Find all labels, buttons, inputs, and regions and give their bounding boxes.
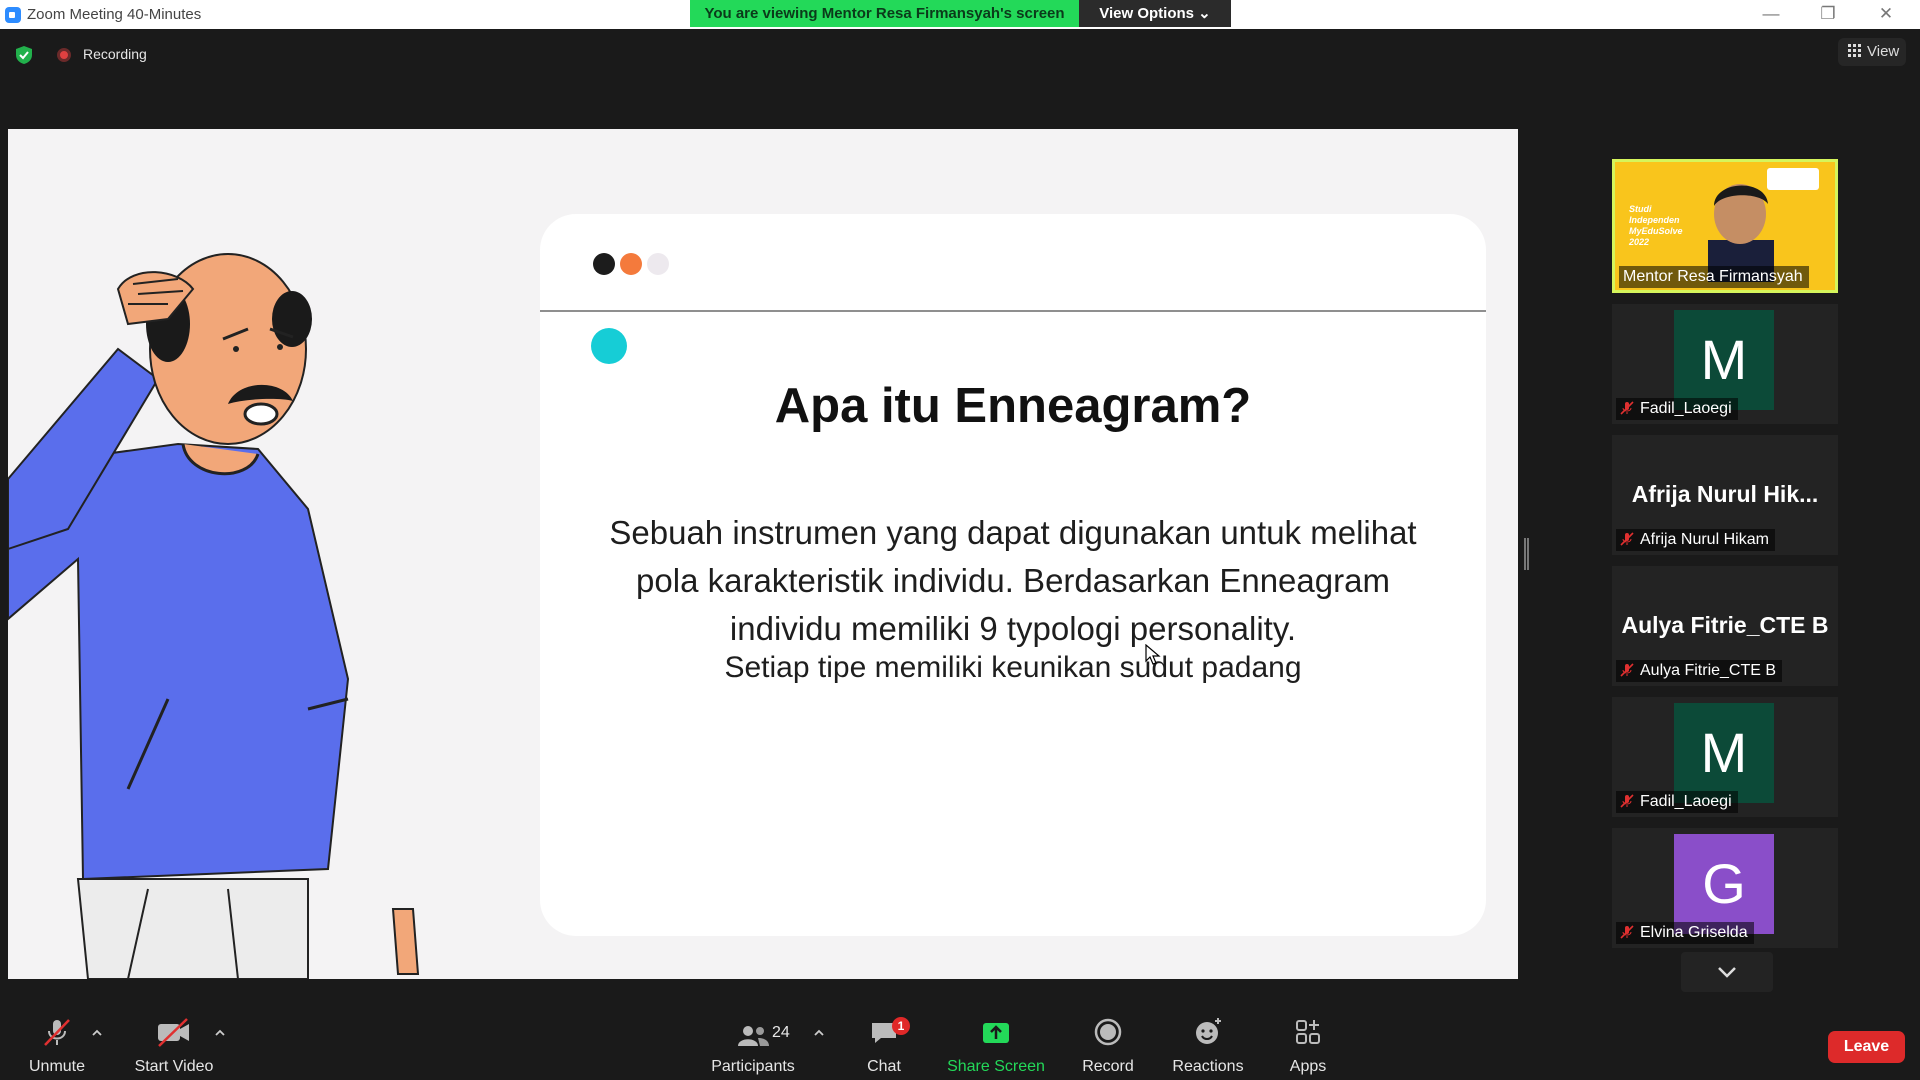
- reactions-icon: [1196, 1018, 1221, 1044]
- slide-body-extra: Setiap tipe memiliki keunikan sudut pada…: [724, 651, 1302, 684]
- chat-unread-badge: 1: [892, 1017, 910, 1035]
- start-video-button[interactable]: Start Video: [130, 1016, 218, 1078]
- slide-body-line: individu memiliki 9 typologi personality…: [729, 610, 1297, 647]
- slide-body-line: Sebuah instrumen yang dapat digunakan un…: [609, 514, 1417, 551]
- confused-man-illustration: [8, 253, 420, 979]
- participant-name: Aulya Fitrie_CTE B: [1640, 662, 1777, 679]
- participant-name: Fadil_Laoegi: [1640, 400, 1732, 417]
- record-icon: [1094, 1018, 1122, 1046]
- view-label: View: [1867, 43, 1900, 60]
- slide-body: Sebuah instrumen yang dapat digunakan un…: [588, 509, 1438, 653]
- minimize-button[interactable]: —: [1751, 2, 1791, 26]
- muted-mic-icon: [1620, 663, 1634, 677]
- video-options-caret-icon[interactable]: [213, 1028, 227, 1038]
- participants-label: Participants: [711, 1058, 795, 1075]
- reactions-label: Reactions: [1172, 1058, 1244, 1075]
- participant-display-name: Aulya Fitrie_CTE B: [1621, 612, 1829, 638]
- participant-name-label: Aulya Fitrie_CTE B: [1616, 660, 1783, 682]
- record-button[interactable]: Record: [1074, 1016, 1142, 1078]
- participant-name: Fadil_Laoegi: [1640, 793, 1732, 810]
- participant-name: Afrija Nurul Hikam: [1640, 531, 1769, 548]
- participant-tile[interactable]: G Elvina Griselda: [1612, 828, 1838, 948]
- muted-mic-icon: [1620, 794, 1634, 808]
- mouse-cursor-icon: [1145, 644, 1161, 665]
- viewing-screen-banner: You are viewing Mentor Resa Firmansyah's…: [690, 0, 1079, 27]
- shared-screen: Apa itu Enneagram? Sebuah instrumen yang…: [8, 129, 1518, 979]
- participant-tile[interactable]: M Fadil_Laoegi: [1612, 697, 1838, 817]
- leave-meeting-button[interactable]: Leave: [1828, 1031, 1905, 1063]
- slide-body-line: pola karakteristik individu. Berdasarkan…: [636, 562, 1390, 599]
- unmute-button[interactable]: Unmute: [22, 1016, 92, 1078]
- accent-dot: [591, 328, 627, 364]
- recording-label: Recording: [83, 46, 147, 62]
- slide-divider: [540, 310, 1486, 312]
- participant-name-label: Elvina Griselda: [1616, 922, 1754, 944]
- apps-icon: [1296, 1020, 1320, 1044]
- muted-mic-icon: [1620, 532, 1634, 546]
- chat-label: Chat: [867, 1058, 901, 1075]
- start-video-label: Start Video: [134, 1058, 214, 1075]
- participants-options-caret-icon[interactable]: [812, 1028, 826, 1038]
- zoom-app-icon: [5, 7, 21, 23]
- reactions-button[interactable]: Reactions: [1168, 1016, 1248, 1078]
- avatar: M: [1674, 703, 1774, 803]
- gallery-next-page-button[interactable]: [1681, 952, 1773, 992]
- slide-title: Apa itu Enneagram?: [774, 379, 1252, 433]
- record-label: Record: [1082, 1058, 1134, 1075]
- window-title: Zoom Meeting 40-Minutes: [27, 6, 202, 23]
- window-dot-black: [593, 253, 615, 275]
- avatar: G: [1674, 834, 1774, 934]
- recording-icon[interactable]: [57, 48, 71, 62]
- audio-options-caret-icon[interactable]: [90, 1028, 104, 1038]
- view-layout-button[interactable]: View: [1838, 38, 1906, 66]
- participants-count: 24: [772, 1024, 790, 1041]
- participants-icon: [738, 1026, 769, 1046]
- unmute-label: Unmute: [28, 1058, 86, 1075]
- avatar: M: [1674, 310, 1774, 410]
- participant-display-name: Afrija Nurul Hik...: [1631, 481, 1819, 507]
- share-screen-icon: [983, 1023, 1009, 1043]
- participant-tile[interactable]: M Fadil_Laoegi: [1612, 304, 1838, 424]
- apps-label: Apps: [1289, 1058, 1327, 1075]
- participant-name-label: Fadil_Laoegi: [1616, 791, 1738, 813]
- muted-mic-icon: [44, 1019, 70, 1046]
- chevron-down-icon: [1718, 967, 1736, 978]
- close-button[interactable]: ✕: [1866, 2, 1906, 26]
- video-off-icon: [158, 1018, 189, 1047]
- security-shield-icon[interactable]: [15, 45, 33, 65]
- split-view-handle[interactable]: [1524, 538, 1529, 570]
- participant-name-label: Fadil_Laoegi: [1616, 398, 1738, 420]
- window-titlebar: Zoom Meeting 40-Minutes You are viewing …: [0, 0, 1920, 29]
- apps-button[interactable]: Apps: [1280, 1016, 1336, 1078]
- window-dot-light: [647, 253, 669, 275]
- participant-name: Elvina Griselda: [1640, 924, 1748, 941]
- share-screen-label: Share Screen: [947, 1058, 1045, 1075]
- muted-mic-icon: [1620, 401, 1634, 415]
- muted-mic-icon: [1620, 925, 1634, 939]
- participant-tile[interactable]: Afrija Nurul Hik... Afrija Nurul Hikam: [1612, 435, 1838, 555]
- grid-icon: [1848, 44, 1861, 57]
- restore-button[interactable]: ❐: [1808, 2, 1848, 26]
- view-options-button[interactable]: View Options ⌄: [1079, 0, 1231, 27]
- video-brand-text: Studi Independen MyEduSolve 2022: [1629, 204, 1683, 247]
- video-tile-active-speaker[interactable]: Studi Independen MyEduSolve 2022 Mentor …: [1612, 159, 1838, 293]
- share-screen-button[interactable]: Share Screen: [946, 1016, 1046, 1078]
- window-dot-orange: [620, 253, 642, 275]
- participant-name-label: Afrija Nurul Hikam: [1616, 529, 1775, 551]
- participant-tile[interactable]: Aulya Fitrie_CTE B Aulya Fitrie_CTE B: [1612, 566, 1838, 686]
- participant-name: Mentor Resa Firmansyah: [1619, 266, 1809, 288]
